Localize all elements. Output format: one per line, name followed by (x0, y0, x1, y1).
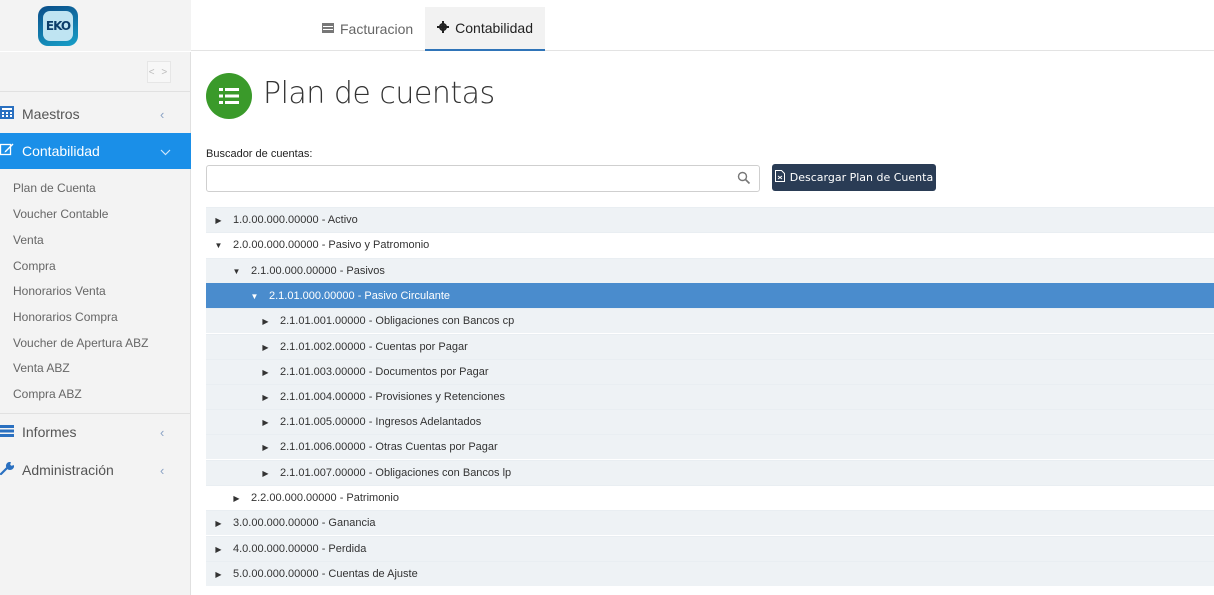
tree-row[interactable]: ▶ 4.0.00.000.00000 - Perdida (206, 536, 1214, 561)
tab-label: Facturacion (340, 21, 414, 37)
download-button-label: Descargar Plan de Cuenta (789, 171, 934, 184)
sidebar-subitem-honorarios-venta[interactable]: Honorarios Venta (13, 283, 106, 299)
top-tabs: Facturacion Contabilidad (310, 7, 545, 51)
sidebar-subitem-voucher-contable[interactable]: Voucher Contable (13, 206, 108, 222)
tree-row-label: 3.0.00.000.00000 - Ganancia (233, 517, 376, 529)
sidebar-subitem-venta[interactable]: Venta (13, 232, 44, 248)
tree-row-label: 5.0.00.000.00000 - Cuentas de Ajuste (233, 568, 418, 580)
sidebar-item-informes[interactable]: Informes ‹ (0, 414, 191, 450)
tree-row-label: 2.1.01.004.00000 - Provisiones y Retenci… (280, 391, 506, 403)
table-icon (322, 22, 334, 36)
caret-right-icon[interactable]: ▶ (261, 368, 270, 377)
tree-row-label: 2.1.01.006.00000 - Otras Cuentas por Pag… (280, 441, 498, 453)
tree-row-label: 2.0.00.000.00000 - Pasivo y Patromonio (233, 239, 430, 251)
tree-row-label: 4.0.00.000.00000 - Perdida (233, 543, 367, 555)
sidebar-item-label: Contabilidad (22, 143, 100, 159)
tree-row-label: 1.0.00.000.00000 - Activo (233, 214, 358, 226)
search-field (206, 165, 760, 192)
caret-right-icon[interactable]: ▶ (261, 393, 270, 402)
tree-row[interactable]: ▶ 3.0.00.000.00000 - Ganancia (206, 510, 1214, 535)
app-logo[interactable]: EKO (38, 6, 78, 46)
sidebar-subitem-venta-abz[interactable]: Venta ABZ (13, 360, 70, 376)
tree-row-label: 2.1.01.000.00000 - Pasivo Circulante (269, 290, 451, 302)
caret-right-icon[interactable]: ▶ (214, 570, 223, 579)
tree-row-label: 2.1.01.002.00000 - Cuentas por Pagar (280, 341, 468, 353)
tree-row[interactable]: ▶ 2.1.01.004.00000 - Provisiones y Reten… (206, 384, 1214, 409)
chevron-down-icon (160, 144, 171, 159)
tree-row[interactable]: ▶ 5.0.00.000.00000 - Cuentas de Ajuste (206, 561, 1214, 586)
tree-row[interactable]: ▶ 2.1.01.001.00000 - Obligaciones con Ba… (206, 308, 1214, 333)
top-bar: EKO Facturacion Contabilidad (0, 0, 1214, 51)
sidebar: < > Maestros ‹ Contabilidad Plan de Cuen… (0, 52, 191, 595)
tab-label: Contabilidad (455, 20, 533, 36)
sidebar-item-maestros[interactable]: Maestros ‹ (0, 96, 191, 132)
file-icon (774, 170, 785, 185)
tree-row-selected[interactable]: ▼ 2.1.01.000.00000 - Pasivo Circulante (206, 283, 1214, 308)
tab-facturacion[interactable]: Facturacion (310, 7, 425, 51)
edit-icon (0, 143, 20, 159)
sidebar-item-administracion[interactable]: Administración ‹ (0, 452, 191, 488)
tree-row[interactable]: ▶ 1.0.00.000.00000 - Activo (206, 207, 1214, 232)
sidebar-collapse-button[interactable]: < > (147, 61, 171, 83)
chevron-left-icon: ‹ (160, 462, 165, 478)
tree-row-label: 2.1.01.007.00000 - Obligaciones con Banc… (280, 467, 512, 479)
chevron-left-icon: ‹ (160, 106, 165, 122)
search-icon[interactable] (737, 171, 751, 185)
chevron-left-icon: ‹ (160, 424, 165, 440)
sidebar-divider (0, 91, 191, 92)
sidebar-subitem-honorarios-compra[interactable]: Honorarios Compra (13, 309, 118, 325)
tree-row[interactable]: ▶ 2.1.01.007.00000 - Obligaciones con Ba… (206, 460, 1214, 485)
sidebar-item-contabilidad[interactable]: Contabilidad (0, 133, 191, 169)
sidebar-item-label: Informes (22, 424, 77, 440)
calculator-icon (0, 106, 20, 122)
caret-right-icon[interactable]: ▶ (261, 418, 270, 427)
logo-area: EKO (0, 0, 191, 51)
caret-right-icon[interactable]: ▶ (261, 443, 270, 452)
caret-down-icon[interactable]: ▼ (250, 292, 259, 301)
tree-row-label: 2.1.01.001.00000 - Obligaciones con Banc… (280, 315, 515, 327)
caret-right-icon[interactable]: ▶ (214, 216, 223, 225)
caret-down-icon[interactable]: ▼ (232, 267, 241, 276)
tab-contabilidad[interactable]: Contabilidad (425, 7, 545, 51)
tree-row-label: 2.1.00.000.00000 - Pasivos (251, 265, 385, 277)
sidebar-subitem-compra-abz[interactable]: Compra ABZ (13, 386, 82, 402)
list-icon (0, 424, 20, 440)
caret-right-icon[interactable]: ▶ (214, 545, 223, 554)
page-title: Plan de cuentas (263, 76, 495, 111)
caret-right-icon[interactable]: ▶ (232, 494, 241, 503)
tree-row[interactable]: ▼ 2.0.00.000.00000 - Pasivo y Patromonio (206, 232, 1214, 257)
tree-row-label: 2.1.01.005.00000 - Ingresos Adelantados (280, 416, 482, 428)
wrench-icon (0, 461, 20, 479)
sidebar-subitem-plan-de-cuenta[interactable]: Plan de Cuenta (13, 180, 96, 196)
tree-row[interactable]: ▶ 2.2.00.000.00000 - Patrimonio (206, 485, 1214, 510)
list-icon (206, 73, 252, 119)
caret-right-icon[interactable]: ▶ (214, 519, 223, 528)
sidebar-subitem-compra[interactable]: Compra (13, 258, 56, 274)
caret-right-icon[interactable]: ▶ (261, 343, 270, 352)
tree-row[interactable]: ▶ 2.1.01.002.00000 - Cuentas por Pagar (206, 334, 1214, 359)
caret-right-icon[interactable]: ▶ (261, 317, 270, 326)
tree-row-label: 2.2.00.000.00000 - Patrimonio (251, 492, 399, 504)
tree-row-label: 2.1.01.003.00000 - Documentos por Pagar (280, 366, 489, 378)
logo-text: EKO (43, 11, 73, 41)
tree-row[interactable]: ▼ 2.1.00.000.00000 - Pasivos (206, 258, 1214, 283)
sidebar-item-label: Maestros (22, 106, 80, 122)
sidebar-item-label: Administración (22, 462, 114, 478)
tree-row[interactable]: ▶ 2.1.01.003.00000 - Documentos por Paga… (206, 359, 1214, 384)
caret-right-icon[interactable]: ▶ (261, 469, 270, 478)
sidebar-subitem-voucher-apertura-abz[interactable]: Voucher de Apertura ABZ (13, 335, 148, 351)
search-input[interactable] (207, 166, 727, 191)
search-label: Buscador de cuentas: (206, 148, 313, 160)
tree-row[interactable]: ▶ 2.1.01.005.00000 - Ingresos Adelantado… (206, 409, 1214, 434)
caret-down-icon[interactable]: ▼ (214, 241, 223, 250)
tree-row[interactable]: ▶ 2.1.01.006.00000 - Otras Cuentas por P… (206, 434, 1214, 459)
download-plan-button[interactable]: Descargar Plan de Cuenta (772, 164, 936, 191)
gear-icon (437, 20, 450, 36)
